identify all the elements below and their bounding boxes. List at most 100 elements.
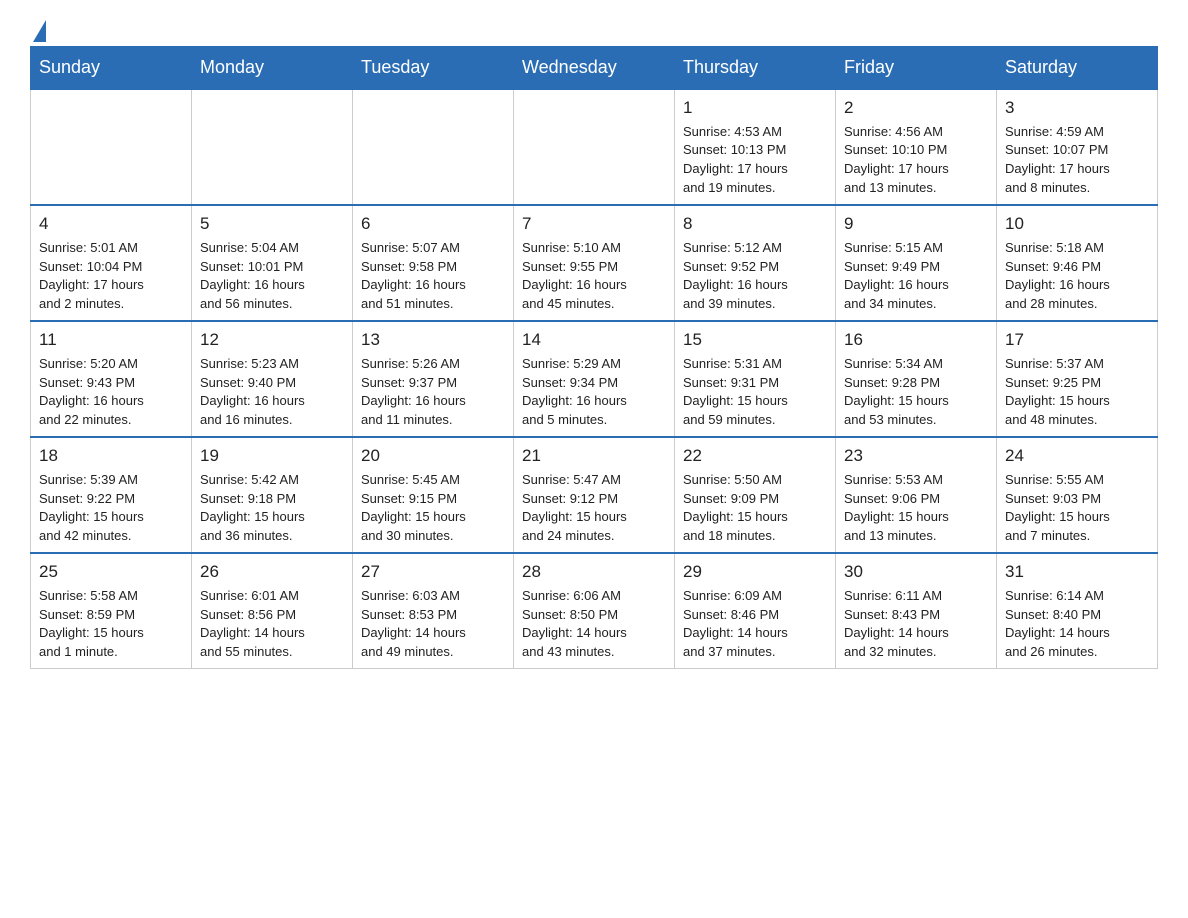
calendar-week-3: 11Sunrise: 5:20 AMSunset: 9:43 PMDayligh… — [31, 321, 1158, 437]
calendar-cell: 15Sunrise: 5:31 AMSunset: 9:31 PMDayligh… — [675, 321, 836, 437]
day-info: Sunrise: 5:12 AMSunset: 9:52 PMDaylight:… — [683, 239, 827, 314]
day-number: 11 — [39, 328, 183, 353]
calendar-cell: 14Sunrise: 5:29 AMSunset: 9:34 PMDayligh… — [514, 321, 675, 437]
calendar-cell: 24Sunrise: 5:55 AMSunset: 9:03 PMDayligh… — [997, 437, 1158, 553]
logo-triangle-icon — [33, 20, 46, 42]
day-info: Sunrise: 5:31 AMSunset: 9:31 PMDaylight:… — [683, 355, 827, 430]
day-info: Sunrise: 5:45 AMSunset: 9:15 PMDaylight:… — [361, 471, 505, 546]
day-info: Sunrise: 5:04 AMSunset: 10:01 PMDaylight… — [200, 239, 344, 314]
day-number: 14 — [522, 328, 666, 353]
calendar-week-1: 1Sunrise: 4:53 AMSunset: 10:13 PMDayligh… — [31, 89, 1158, 205]
day-info: Sunrise: 5:20 AMSunset: 9:43 PMDaylight:… — [39, 355, 183, 430]
calendar-cell: 31Sunrise: 6:14 AMSunset: 8:40 PMDayligh… — [997, 553, 1158, 669]
day-number: 29 — [683, 560, 827, 585]
calendar-cell: 7Sunrise: 5:10 AMSunset: 9:55 PMDaylight… — [514, 205, 675, 321]
calendar-week-4: 18Sunrise: 5:39 AMSunset: 9:22 PMDayligh… — [31, 437, 1158, 553]
day-info: Sunrise: 5:34 AMSunset: 9:28 PMDaylight:… — [844, 355, 988, 430]
weekday-header-sunday: Sunday — [31, 47, 192, 90]
day-number: 15 — [683, 328, 827, 353]
calendar-cell: 13Sunrise: 5:26 AMSunset: 9:37 PMDayligh… — [353, 321, 514, 437]
day-number: 7 — [522, 212, 666, 237]
day-number: 8 — [683, 212, 827, 237]
day-info: Sunrise: 5:39 AMSunset: 9:22 PMDaylight:… — [39, 471, 183, 546]
calendar-cell: 29Sunrise: 6:09 AMSunset: 8:46 PMDayligh… — [675, 553, 836, 669]
calendar-cell: 12Sunrise: 5:23 AMSunset: 9:40 PMDayligh… — [192, 321, 353, 437]
day-info: Sunrise: 5:18 AMSunset: 9:46 PMDaylight:… — [1005, 239, 1149, 314]
day-info: Sunrise: 6:03 AMSunset: 8:53 PMDaylight:… — [361, 587, 505, 662]
calendar-header: SundayMondayTuesdayWednesdayThursdayFrid… — [31, 47, 1158, 90]
day-number: 12 — [200, 328, 344, 353]
calendar-cell: 3Sunrise: 4:59 AMSunset: 10:07 PMDayligh… — [997, 89, 1158, 205]
day-info: Sunrise: 5:42 AMSunset: 9:18 PMDaylight:… — [200, 471, 344, 546]
day-info: Sunrise: 5:07 AMSunset: 9:58 PMDaylight:… — [361, 239, 505, 314]
calendar-cell: 6Sunrise: 5:07 AMSunset: 9:58 PMDaylight… — [353, 205, 514, 321]
day-number: 10 — [1005, 212, 1149, 237]
day-info: Sunrise: 4:56 AMSunset: 10:10 PMDaylight… — [844, 123, 988, 198]
calendar-week-5: 25Sunrise: 5:58 AMSunset: 8:59 PMDayligh… — [31, 553, 1158, 669]
day-number: 24 — [1005, 444, 1149, 469]
day-info: Sunrise: 6:01 AMSunset: 8:56 PMDaylight:… — [200, 587, 344, 662]
day-info: Sunrise: 5:47 AMSunset: 9:12 PMDaylight:… — [522, 471, 666, 546]
day-number: 19 — [200, 444, 344, 469]
weekday-header-wednesday: Wednesday — [514, 47, 675, 90]
calendar-cell: 25Sunrise: 5:58 AMSunset: 8:59 PMDayligh… — [31, 553, 192, 669]
calendar-cell: 22Sunrise: 5:50 AMSunset: 9:09 PMDayligh… — [675, 437, 836, 553]
calendar-cell: 9Sunrise: 5:15 AMSunset: 9:49 PMDaylight… — [836, 205, 997, 321]
calendar-cell: 11Sunrise: 5:20 AMSunset: 9:43 PMDayligh… — [31, 321, 192, 437]
day-number: 26 — [200, 560, 344, 585]
day-number: 22 — [683, 444, 827, 469]
day-number: 30 — [844, 560, 988, 585]
day-number: 16 — [844, 328, 988, 353]
day-info: Sunrise: 5:26 AMSunset: 9:37 PMDaylight:… — [361, 355, 505, 430]
weekday-header-thursday: Thursday — [675, 47, 836, 90]
day-number: 18 — [39, 444, 183, 469]
calendar-cell: 16Sunrise: 5:34 AMSunset: 9:28 PMDayligh… — [836, 321, 997, 437]
calendar-cell: 20Sunrise: 5:45 AMSunset: 9:15 PMDayligh… — [353, 437, 514, 553]
calendar-cell — [192, 89, 353, 205]
calendar-cell — [353, 89, 514, 205]
calendar-cell: 30Sunrise: 6:11 AMSunset: 8:43 PMDayligh… — [836, 553, 997, 669]
weekday-header-friday: Friday — [836, 47, 997, 90]
day-number: 23 — [844, 444, 988, 469]
day-info: Sunrise: 6:14 AMSunset: 8:40 PMDaylight:… — [1005, 587, 1149, 662]
day-number: 1 — [683, 96, 827, 121]
calendar-cell — [31, 89, 192, 205]
day-info: Sunrise: 5:58 AMSunset: 8:59 PMDaylight:… — [39, 587, 183, 662]
day-number: 27 — [361, 560, 505, 585]
weekday-header-row: SundayMondayTuesdayWednesdayThursdayFrid… — [31, 47, 1158, 90]
day-number: 25 — [39, 560, 183, 585]
day-info: Sunrise: 5:01 AMSunset: 10:04 PMDaylight… — [39, 239, 183, 314]
page-header — [30, 20, 1158, 36]
calendar-body: 1Sunrise: 4:53 AMSunset: 10:13 PMDayligh… — [31, 89, 1158, 669]
day-info: Sunrise: 6:09 AMSunset: 8:46 PMDaylight:… — [683, 587, 827, 662]
calendar-cell: 27Sunrise: 6:03 AMSunset: 8:53 PMDayligh… — [353, 553, 514, 669]
day-number: 13 — [361, 328, 505, 353]
calendar-table: SundayMondayTuesdayWednesdayThursdayFrid… — [30, 46, 1158, 669]
weekday-header-saturday: Saturday — [997, 47, 1158, 90]
day-info: Sunrise: 6:06 AMSunset: 8:50 PMDaylight:… — [522, 587, 666, 662]
day-number: 17 — [1005, 328, 1149, 353]
calendar-cell: 23Sunrise: 5:53 AMSunset: 9:06 PMDayligh… — [836, 437, 997, 553]
day-info: Sunrise: 5:10 AMSunset: 9:55 PMDaylight:… — [522, 239, 666, 314]
calendar-cell: 1Sunrise: 4:53 AMSunset: 10:13 PMDayligh… — [675, 89, 836, 205]
day-number: 2 — [844, 96, 988, 121]
weekday-header-monday: Monday — [192, 47, 353, 90]
day-info: Sunrise: 5:37 AMSunset: 9:25 PMDaylight:… — [1005, 355, 1149, 430]
calendar-cell: 5Sunrise: 5:04 AMSunset: 10:01 PMDayligh… — [192, 205, 353, 321]
day-number: 4 — [39, 212, 183, 237]
day-number: 20 — [361, 444, 505, 469]
calendar-cell: 21Sunrise: 5:47 AMSunset: 9:12 PMDayligh… — [514, 437, 675, 553]
day-number: 28 — [522, 560, 666, 585]
day-number: 3 — [1005, 96, 1149, 121]
calendar-cell: 28Sunrise: 6:06 AMSunset: 8:50 PMDayligh… — [514, 553, 675, 669]
calendar-cell: 4Sunrise: 5:01 AMSunset: 10:04 PMDayligh… — [31, 205, 192, 321]
day-info: Sunrise: 5:50 AMSunset: 9:09 PMDaylight:… — [683, 471, 827, 546]
calendar-cell: 10Sunrise: 5:18 AMSunset: 9:46 PMDayligh… — [997, 205, 1158, 321]
day-info: Sunrise: 5:15 AMSunset: 9:49 PMDaylight:… — [844, 239, 988, 314]
day-info: Sunrise: 4:59 AMSunset: 10:07 PMDaylight… — [1005, 123, 1149, 198]
day-number: 9 — [844, 212, 988, 237]
day-info: Sunrise: 5:29 AMSunset: 9:34 PMDaylight:… — [522, 355, 666, 430]
calendar-cell: 17Sunrise: 5:37 AMSunset: 9:25 PMDayligh… — [997, 321, 1158, 437]
day-info: Sunrise: 4:53 AMSunset: 10:13 PMDaylight… — [683, 123, 827, 198]
day-info: Sunrise: 6:11 AMSunset: 8:43 PMDaylight:… — [844, 587, 988, 662]
